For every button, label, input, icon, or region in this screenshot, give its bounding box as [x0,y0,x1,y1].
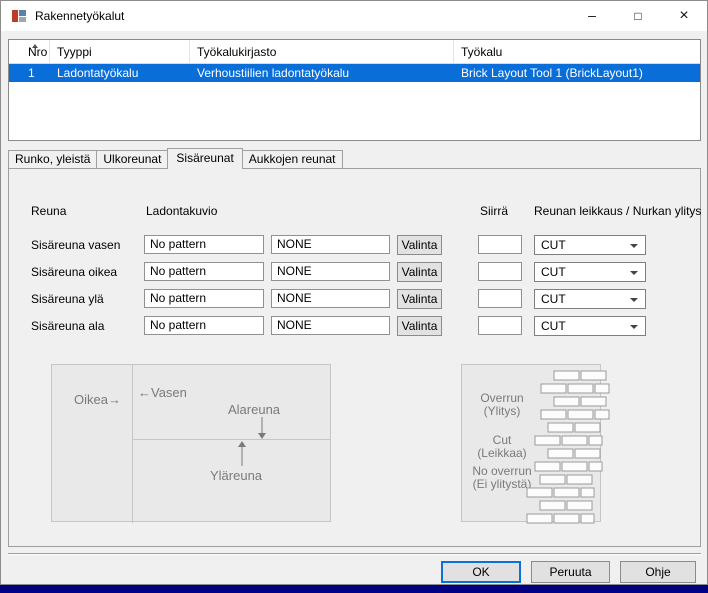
brick-pattern-illustration [462,365,612,523]
chevron-down-icon [630,244,638,248]
maximize-button[interactable]: □ [615,1,661,31]
column-header-tyyppi[interactable]: Tyyppi [50,40,190,63]
minimize-button[interactable]: – [569,1,615,31]
minimize-icon: – [588,7,596,23]
pattern-library-field[interactable]: NONE [271,289,390,308]
cut-overrun-select[interactable]: CUT [534,262,646,282]
pattern-library-field[interactable]: NONE [271,262,390,281]
column-label: Työkalu [461,45,502,59]
dialog-rakennetyokalut: Rakennetyökalut – □ × Nro Tyyppi Työkalu… [0,0,708,585]
chevron-down-icon [630,271,638,275]
column-label: Nro [28,45,47,59]
pattern-library-field[interactable]: NONE [271,235,390,254]
footer-separator [8,553,701,555]
close-button[interactable]: × [661,1,707,31]
titlebar[interactable]: Rakennetyökalut – □ × [1,1,707,31]
cut-overrun-select[interactable]: CUT [534,289,646,309]
pattern-name-field[interactable]: No pattern [144,316,264,335]
select-value: CUT [541,317,566,335]
cut-overrun-select[interactable]: CUT [534,316,646,336]
window-controls: – □ × [569,1,707,31]
maximize-icon: □ [634,9,641,23]
pattern-name-field[interactable]: No pattern [144,262,264,281]
form-row-sisareuna-yla: Sisäreuna ylä No pattern NONE Valinta CU… [1,289,708,309]
chevron-down-icon [630,325,638,329]
valinta-button[interactable]: Valinta [397,235,442,255]
window-title: Rakennetyökalut [35,1,124,31]
pattern-name-field[interactable]: No pattern [144,289,264,308]
pattern-name-field[interactable]: No pattern [144,235,264,254]
tool-table: Nro Tyyppi Työkalukirjasto Työkalu 1 Lad… [8,39,701,141]
tab-strip: Runko, yleistä Ulkoreunat Sisäreunat Auk… [8,148,342,169]
column-label: Tyyppi [57,45,92,59]
cell-tyokalu: Brick Layout Tool 1 (BrickLayout1) [454,64,700,82]
siirra-input[interactable] [478,289,522,308]
form-row-sisareuna-vasen: Sisäreuna vasen No pattern NONE Valinta … [1,235,708,255]
cell-nro: 1 [9,64,50,82]
ok-button[interactable]: OK [441,561,521,583]
tab-ulkoreunat[interactable]: Ulkoreunat [96,150,168,168]
form-row-sisareuna-ala: Sisäreuna ala No pattern NONE Valinta CU… [1,316,708,336]
column-header-nro[interactable]: Nro [9,40,50,63]
desktop-edge [0,585,708,593]
table-header: Nro Tyyppi Työkalukirjasto Työkalu [9,40,700,64]
header-ladontakuvio: Ladontakuvio [146,204,217,218]
siirra-input[interactable] [478,262,522,281]
valinta-button[interactable]: Valinta [397,289,442,309]
form-row-sisareuna-oikea: Sisäreuna oikea No pattern NONE Valinta … [1,262,708,282]
valinta-button[interactable]: Valinta [397,262,442,282]
cancel-button[interactable]: Peruuta [531,561,610,583]
select-value: CUT [541,290,566,308]
help-button[interactable]: Ohje [620,561,696,583]
row-label: Sisäreuna ala [31,319,104,333]
edge-arrows [52,365,332,523]
cut-overrun-diagram: Overrun (Ylitys) Cut (Leikkaa) No overru… [461,364,601,522]
row-label: Sisäreuna vasen [31,238,120,252]
column-label: Työkalukirjasto [197,45,276,59]
header-reuna: Reuna [31,204,66,218]
pattern-library-field[interactable]: NONE [271,316,390,335]
header-siirra: Siirrä [480,204,508,218]
column-header-tyokalu[interactable]: Työkalu [454,40,700,63]
valinta-button[interactable]: Valinta [397,316,442,336]
tab-sisareunat[interactable]: Sisäreunat [167,148,242,169]
chevron-down-icon [630,298,638,302]
edge-diagram: Oikea→ ←Vasen Alareuna Yläreuna [51,364,331,522]
app-icon [11,8,27,24]
table-row[interactable]: 1 Ladontatyökalu Verhoustiilien ladontat… [9,64,700,82]
header-reunan-leikkaus: Reunan leikkaus / Nurkan ylitys [534,204,701,218]
row-label: Sisäreuna ylä [31,292,104,306]
tab-runko-yleista[interactable]: Runko, yleistä [8,150,97,168]
row-label: Sisäreuna oikea [31,265,117,279]
screen: Rakennetyökalut – □ × Nro Tyyppi Työkalu… [0,0,708,593]
cell-tyokalukirjasto: Verhoustiilien ladontatyökalu [190,64,454,82]
cell-tyyppi: Ladontatyökalu [50,64,190,82]
tab-aukkojen-reunat[interactable]: Aukkojen reunat [242,150,343,168]
select-value: CUT [541,236,566,254]
close-icon: × [679,7,688,24]
select-value: CUT [541,263,566,281]
siirra-input[interactable] [478,235,522,254]
siirra-input[interactable] [478,316,522,335]
column-header-tyokalukirjasto[interactable]: Työkalukirjasto [190,40,454,63]
cut-overrun-select[interactable]: CUT [534,235,646,255]
